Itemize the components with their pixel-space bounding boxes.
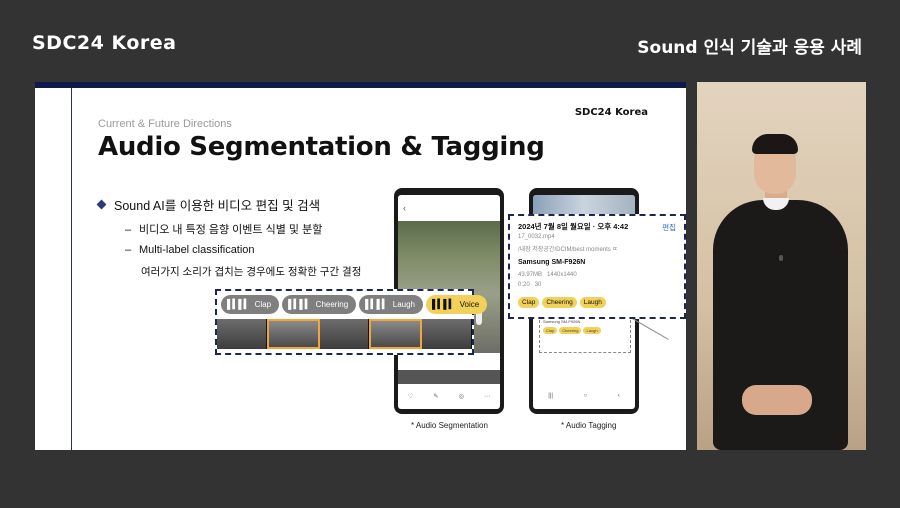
detail-mini: Samsung SM-F926N Clap Cheering Laugh xyxy=(539,315,631,353)
timeline-strip xyxy=(398,370,500,384)
detail-resolution: 1440x1440 xyxy=(547,272,577,278)
video-frame xyxy=(217,319,267,349)
diamond-bullet-icon xyxy=(96,199,107,210)
detail-filename: 17_0032.mp4 xyxy=(518,234,555,240)
sound-wave-icon: ▌▍▌▍ xyxy=(288,299,312,309)
detail-duration-row: 0:20 30 xyxy=(518,282,541,288)
tag-clap[interactable]: ▌▍▌▍ Clap xyxy=(221,295,280,314)
edit-button[interactable]: 편집 xyxy=(662,222,676,233)
detail-size-row: 43.97MB 1440x1440 xyxy=(518,272,577,278)
sub-bullet: – Multi-label classification xyxy=(125,244,255,256)
event-brand: SDC24 Korea xyxy=(32,32,177,54)
mini-chip: Clap xyxy=(543,327,558,334)
detail-date: 2024년 7월 8일 월요일 · 오후 4:42 xyxy=(518,222,629,231)
phone-nav-bar: ||| ○ ‹ xyxy=(548,393,620,399)
tag-voice[interactable]: ▌▍▌▍ Voice xyxy=(426,295,488,314)
detail-device: Samsung SM-F926N xyxy=(518,259,586,266)
tag-laugh[interactable]: ▌▍▌▍ Laugh xyxy=(359,295,423,314)
mini-chips: Clap Cheering Laugh xyxy=(540,327,630,334)
caption-segmentation: * Audio Segmentation xyxy=(411,421,488,430)
tag-label: Cheering xyxy=(315,300,349,309)
speaker-video xyxy=(697,82,866,450)
segmentation-callout: ▌▍▌▍ Clap ▌▍▌▍ Cheering ▌▍▌▍ Laugh ▌▍▌▍ Voic… xyxy=(215,289,488,355)
mini-chip: Cheering xyxy=(559,327,582,334)
lapel-mic-icon xyxy=(779,255,783,261)
tagging-callout: 2024년 7월 8일 월요일 · 오후 4:42 편집 17_0032.mp4… xyxy=(508,214,686,319)
tag-cheering[interactable]: ▌▍▌▍ Cheering xyxy=(282,295,357,314)
slide-margin-line xyxy=(71,88,72,450)
chip-laugh[interactable]: Laugh xyxy=(579,297,606,308)
slide-eyebrow: Current & Future Directions xyxy=(98,118,232,130)
slide-brand: SDC24 Korea xyxy=(574,107,648,118)
presentation-slide: SDC24 Korea Current & Future Directions … xyxy=(35,82,686,450)
video-frame-highlighted xyxy=(266,319,320,349)
video-frame-strip xyxy=(217,319,472,349)
speaker-hands xyxy=(742,385,812,415)
tag-label: Clap xyxy=(254,300,272,309)
sound-wave-icon: ▌▍▌▍ xyxy=(432,299,456,309)
sound-wave-icon: ▌▍▌▍ xyxy=(365,299,389,309)
speaker-hair xyxy=(752,134,798,154)
slide-top-bar xyxy=(35,82,686,88)
main-bullet-text: Sound AI를 이용한 비디오 편집 및 검색 xyxy=(114,199,321,213)
phone-nav-bar: ♡ ✎ ◎ ⋯ xyxy=(408,394,490,400)
detail-size: 43.97MB xyxy=(518,272,543,278)
sub-bullet-continuation: 여러가지 소리가 겹치는 경우에도 정확한 구간 결정 xyxy=(141,266,362,278)
tag-row: ▌▍▌▍ Clap ▌▍▌▍ Cheering ▌▍▌▍ Laugh ▌▍▌▍ Voic… xyxy=(221,295,488,315)
detail-chips: Clap Cheering Laugh xyxy=(518,297,606,308)
video-frame xyxy=(422,319,472,349)
caption-tagging: * Audio Tagging xyxy=(561,421,617,430)
chip-cheering[interactable]: Cheering xyxy=(542,297,577,308)
sound-wave-icon: ▌▍▌▍ xyxy=(227,299,251,309)
back-arrow-icon: ‹ xyxy=(403,203,406,213)
main-bullet: Sound AI를 이용한 비디오 편집 및 검색 xyxy=(96,195,321,214)
detail-duration-a: 0:20 xyxy=(518,282,530,288)
detail-path: /내장 저장공간/DCIM/best moments ㄸ xyxy=(518,247,618,253)
detail-duration-b: 30 xyxy=(534,282,542,288)
chip-clap[interactable]: Clap xyxy=(518,297,540,308)
sub-bullet-text: Multi-label classification xyxy=(139,244,255,256)
video-frame-highlighted xyxy=(369,319,423,349)
video-frame xyxy=(319,319,370,349)
sub-bullet-text: 비디오 내 특정 음향 이벤트 식별 및 분할 xyxy=(139,224,323,236)
slide-title: Audio Segmentation & Tagging xyxy=(98,132,545,162)
sub-bullet: – 비디오 내 특정 음향 이벤트 식별 및 분할 xyxy=(125,224,323,236)
mini-chip: Laugh xyxy=(583,327,601,334)
tag-label: Laugh xyxy=(392,300,415,309)
tag-label: Voice xyxy=(459,300,480,309)
session-title: Sound 인식 기술과 응용 사례 xyxy=(637,38,862,58)
